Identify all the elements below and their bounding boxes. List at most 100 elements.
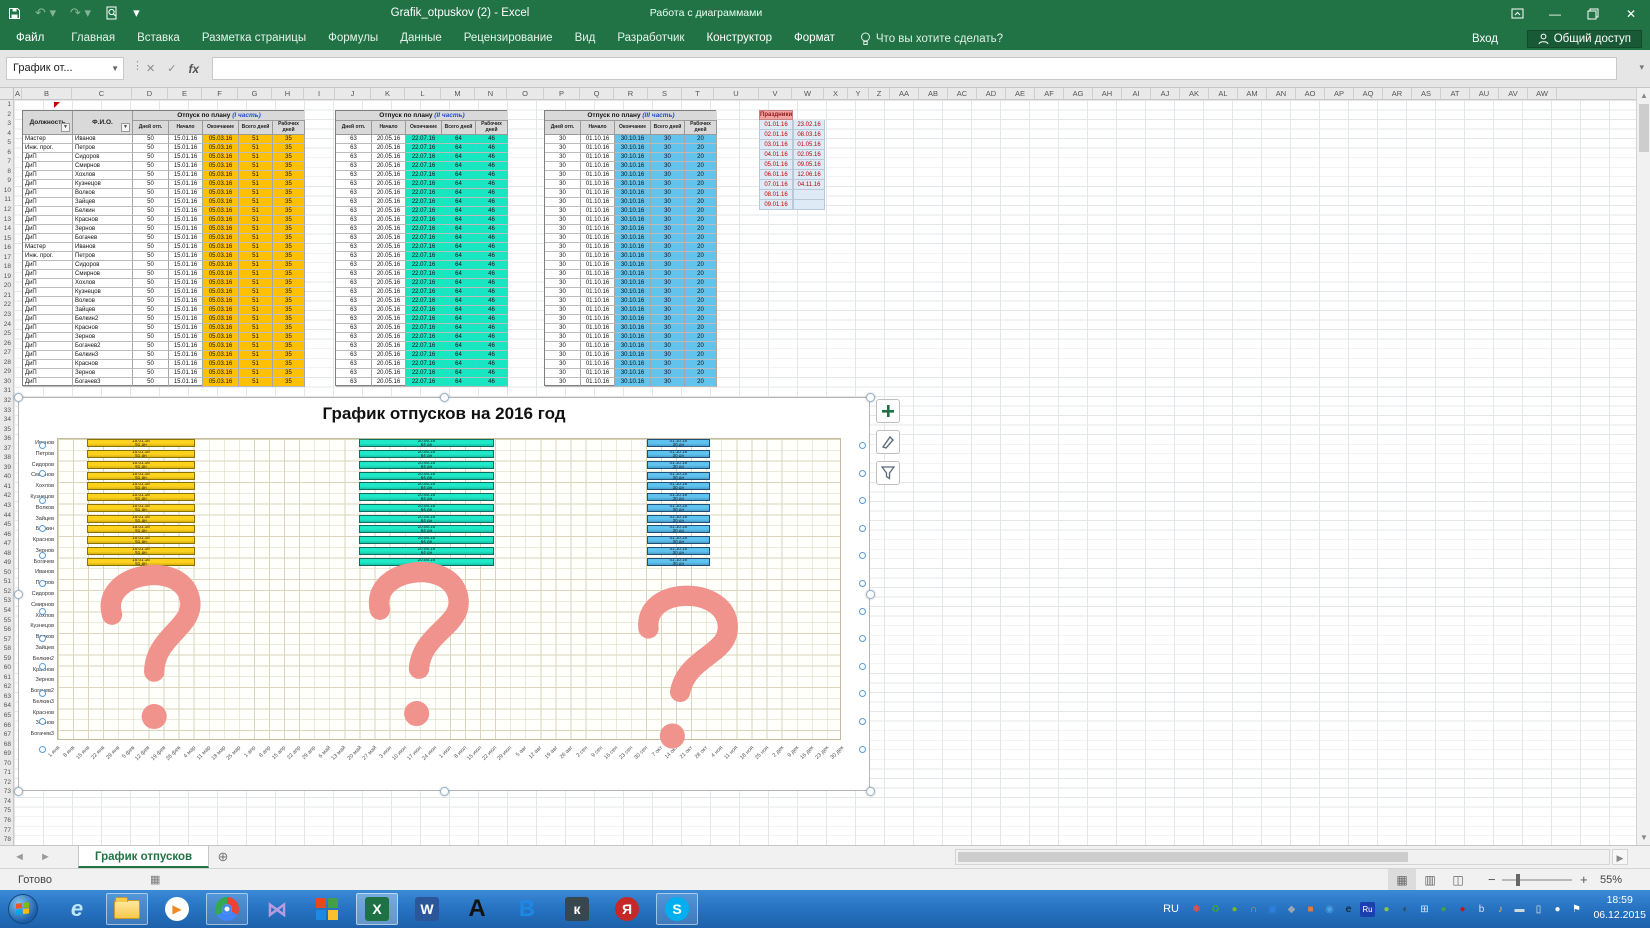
ribbon-tab-5[interactable]: Рецензирование <box>453 27 564 50</box>
row-header-56[interactable]: 56 <box>0 625 13 635</box>
cell-value[interactable]: 46 <box>476 144 508 153</box>
ya-app-icon[interactable]: Я <box>606 893 648 925</box>
tray-icon-5[interactable]: ◆ <box>1284 902 1299 917</box>
cell-value[interactable]: 30 <box>545 360 581 369</box>
row-header-7[interactable]: 7 <box>0 157 13 167</box>
cell-value[interactable]: 35 <box>273 162 305 171</box>
selection-handle[interactable] <box>440 787 449 796</box>
cell-value[interactable]: 22.07.16 <box>406 297 442 306</box>
cell-value[interactable]: 51 <box>239 225 273 234</box>
cell-value[interactable]: 22.07.16 <box>406 153 442 162</box>
cell-value[interactable]: 30 <box>651 252 685 261</box>
cell-value[interactable]: 05.03.16 <box>203 342 239 351</box>
row-header-33[interactable]: 33 <box>0 406 13 416</box>
row-header-77[interactable]: 77 <box>0 826 13 836</box>
cell-value[interactable]: 30 <box>545 162 581 171</box>
cell-value[interactable]: 30 <box>651 189 685 198</box>
cell-value[interactable]: 63 <box>336 261 372 270</box>
cell-value[interactable]: 51 <box>239 252 273 261</box>
cell-value[interactable]: 30 <box>545 225 581 234</box>
cell-value[interactable]: 30 <box>651 207 685 216</box>
gantt-bar[interactable]: 15.01.16 51 дн <box>87 482 195 491</box>
letter-a-app-icon[interactable]: A <box>456 893 498 925</box>
cell-value[interactable]: 01.10.16 <box>581 189 615 198</box>
row-header-46[interactable]: 46 <box>0 530 13 540</box>
cell-value[interactable]: 20 <box>685 162 717 171</box>
cell-position[interactable]: ДиП <box>23 216 73 225</box>
cell-value[interactable]: 15.01.16 <box>169 261 203 270</box>
cell-value[interactable]: 64 <box>442 378 476 387</box>
cell-value[interactable]: 01.10.16 <box>581 225 615 234</box>
cell-value[interactable]: 22.07.16 <box>406 270 442 279</box>
cell-value[interactable]: 30 <box>545 180 581 189</box>
cell-value[interactable]: 51 <box>239 153 273 162</box>
cell-position[interactable]: ДиП <box>23 369 73 378</box>
tray-icon-2[interactable]: ● <box>1227 902 1242 917</box>
cell-value[interactable]: 46 <box>476 369 508 378</box>
cell-value[interactable]: 51 <box>239 144 273 153</box>
cell-value[interactable]: 35 <box>273 333 305 342</box>
cell-value[interactable]: 20 <box>685 144 717 153</box>
row-header-28[interactable]: 28 <box>0 358 13 368</box>
cell-value[interactable]: 46 <box>476 297 508 306</box>
cell-value[interactable]: 63 <box>336 198 372 207</box>
cell-value[interactable]: 64 <box>442 342 476 351</box>
cell-value[interactable]: 20 <box>685 234 717 243</box>
column-header-L[interactable]: L <box>405 88 441 99</box>
cell-value[interactable]: 64 <box>442 189 476 198</box>
cell-value[interactable]: 30 <box>651 180 685 189</box>
cell-value[interactable]: 51 <box>239 162 273 171</box>
cell-value[interactable]: 30 <box>545 288 581 297</box>
row-header-57[interactable]: 57 <box>0 635 13 645</box>
gantt-bar[interactable]: 15.01.16 51 дн <box>87 525 195 534</box>
column-header-B[interactable]: B <box>22 88 72 99</box>
cell-value[interactable]: 20 <box>685 225 717 234</box>
cell-value[interactable]: 30 <box>545 189 581 198</box>
cell-value[interactable]: 35 <box>273 225 305 234</box>
cell-value[interactable]: 22.07.16 <box>406 135 442 144</box>
cell-value[interactable]: 64 <box>442 252 476 261</box>
gantt-bar[interactable]: 20.05.16 64 дн <box>358 514 495 523</box>
cell-value[interactable]: 20 <box>685 171 717 180</box>
vertical-scrollbar[interactable]: ▲ ▼ <box>1636 88 1650 845</box>
cell-value[interactable]: 30 <box>651 270 685 279</box>
column-header-W[interactable]: W <box>792 88 824 99</box>
gantt-bar[interactable]: 01.10.16 30 дн <box>647 439 710 448</box>
row-header-3[interactable]: 3 <box>0 119 13 129</box>
cell-value[interactable]: 22.07.16 <box>406 144 442 153</box>
cell-value[interactable]: 30.10.16 <box>615 270 651 279</box>
tray-icon-10[interactable]: ● <box>1379 902 1394 917</box>
cell-value[interactable]: 30.10.16 <box>615 153 651 162</box>
gantt-bar[interactable]: 01.10.16 30 дн <box>647 460 710 469</box>
row-header-13[interactable]: 13 <box>0 215 13 225</box>
cell-value[interactable]: 22.07.16 <box>406 234 442 243</box>
row-header-17[interactable]: 17 <box>0 253 13 263</box>
cell-value[interactable]: 01.10.16 <box>581 369 615 378</box>
cell-value[interactable]: 46 <box>476 216 508 225</box>
cell-value[interactable]: 51 <box>239 306 273 315</box>
cell-value[interactable]: 35 <box>273 306 305 315</box>
cell-value[interactable]: 35 <box>273 189 305 198</box>
cell-value[interactable]: 15.01.16 <box>169 207 203 216</box>
holiday-date[interactable]: 01.01.16 <box>759 120 793 130</box>
cell-value[interactable]: 63 <box>336 279 372 288</box>
cell-value[interactable]: 30 <box>651 243 685 252</box>
cell-value[interactable]: 50 <box>133 234 169 243</box>
gantt-bar[interactable]: 15.01.16 51 дн <box>87 471 195 480</box>
cell-value[interactable]: 30 <box>545 261 581 270</box>
column-header-AW[interactable]: AW <box>1528 88 1557 99</box>
cell-value[interactable]: 30 <box>651 162 685 171</box>
cell-value[interactable]: 30.10.16 <box>615 342 651 351</box>
cell-value[interactable]: 63 <box>336 243 372 252</box>
cell-value[interactable]: 22.07.16 <box>406 189 442 198</box>
cell-value[interactable]: 30.10.16 <box>615 261 651 270</box>
cell-value[interactable]: 50 <box>133 378 169 387</box>
column-header-AS[interactable]: AS <box>1412 88 1441 99</box>
cell-value[interactable]: 50 <box>133 261 169 270</box>
cell-value[interactable]: 30.10.16 <box>615 306 651 315</box>
gantt-bar[interactable]: 01.10.16 30 дн <box>647 536 710 545</box>
cell-value[interactable]: 63 <box>336 351 372 360</box>
column-header-AM[interactable]: AM <box>1238 88 1267 99</box>
cell-value[interactable]: 30 <box>651 135 685 144</box>
cell-value[interactable]: 30 <box>651 360 685 369</box>
